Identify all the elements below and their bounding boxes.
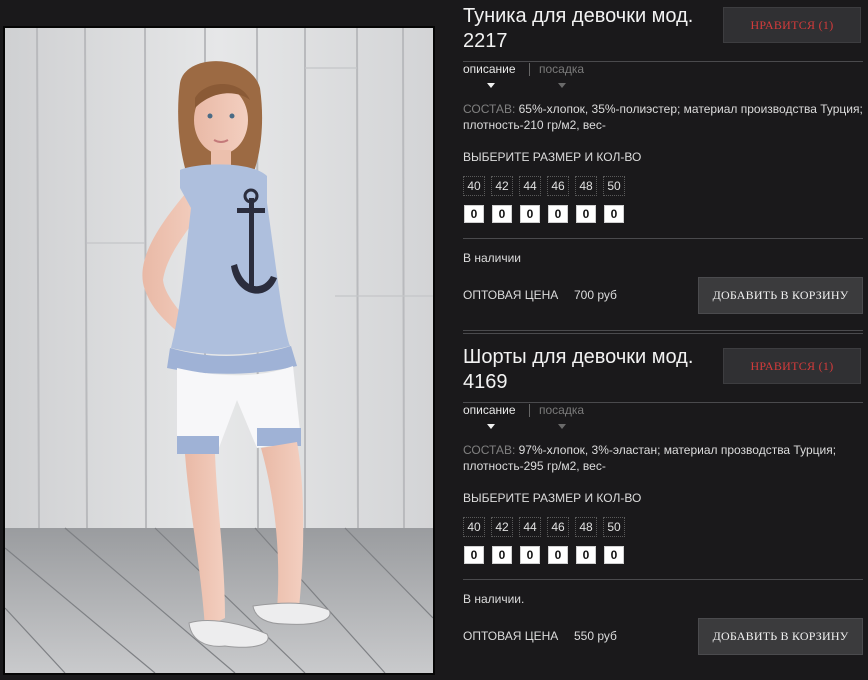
size-label: 42	[491, 176, 513, 196]
tab-arrow-icon	[558, 83, 566, 88]
tab-fit[interactable]: посадка	[539, 62, 584, 76]
size-label: 40	[463, 517, 485, 537]
quantity-input[interactable]: 0	[604, 546, 624, 564]
active-tab-arrow-icon	[487, 83, 495, 88]
composition-value: 65%-хлопок, 35%-полиэстер; материал прои…	[463, 102, 863, 132]
like-button[interactable]: НРАВИТСЯ (1)	[723, 348, 861, 384]
price-value: 700 руб	[574, 288, 617, 302]
divider	[463, 238, 863, 239]
product-photo[interactable]	[5, 28, 433, 673]
divider	[463, 579, 863, 580]
size-label: 46	[547, 517, 569, 537]
composition-text: СОСТАВ: 97%-хлопок, 3%-эластан; материал…	[463, 442, 863, 474]
quantity-input[interactable]: 0	[576, 205, 596, 223]
tab-fit[interactable]: посадка	[539, 403, 584, 417]
stock-status: В наличии.	[463, 592, 525, 606]
composition-label: СОСТАВ:	[463, 102, 516, 116]
tab-separator	[529, 404, 530, 417]
product-title[interactable]: Шорты для девочки мод. 4169	[463, 345, 713, 395]
quantity-input[interactable]: 0	[464, 205, 484, 223]
composition-value: 97%-хлопок, 3%-эластан; материал прозвод…	[463, 443, 837, 473]
product-divider	[463, 330, 863, 334]
tab-separator	[529, 63, 530, 76]
add-to-cart-button[interactable]: ДОБАВИТЬ В КОРЗИНУ	[698, 618, 863, 655]
quantity-input[interactable]: 0	[520, 205, 540, 223]
active-tab-arrow-icon	[487, 424, 495, 429]
like-button[interactable]: НРАВИТСЯ (1)	[723, 7, 861, 43]
size-select-title: ВЫБЕРИТЕ РАЗМЕР И КОЛ-ВО	[463, 491, 642, 505]
quantity-input[interactable]: 0	[464, 546, 484, 564]
size-label: 46	[547, 176, 569, 196]
quantity-input[interactable]: 0	[492, 205, 512, 223]
price-label: ОПТОВАЯ ЦЕНА	[463, 629, 559, 643]
quantity-input[interactable]: 0	[604, 205, 624, 223]
divider	[463, 61, 863, 62]
price-value: 550 руб	[574, 629, 617, 643]
tab-description[interactable]: описание	[463, 62, 516, 76]
product-title[interactable]: Туника для девочки мод. 2217	[463, 4, 713, 54]
price-label: ОПТОВАЯ ЦЕНА	[463, 288, 559, 302]
quantity-input[interactable]: 0	[492, 546, 512, 564]
size-label: 50	[603, 517, 625, 537]
add-to-cart-button[interactable]: ДОБАВИТЬ В КОРЗИНУ	[698, 277, 863, 314]
divider	[463, 402, 863, 403]
tab-description[interactable]: описание	[463, 403, 516, 417]
size-select-title: ВЫБЕРИТЕ РАЗМЕР И КОЛ-ВО	[463, 150, 642, 164]
tab-arrow-icon	[558, 424, 566, 429]
composition-label: СОСТАВ:	[463, 443, 516, 457]
quantity-input[interactable]: 0	[576, 546, 596, 564]
quantity-input[interactable]: 0	[520, 546, 540, 564]
stock-status: В наличии	[463, 251, 522, 265]
size-label: 44	[519, 517, 541, 537]
quantity-input[interactable]: 0	[548, 205, 568, 223]
size-label: 48	[575, 176, 597, 196]
composition-text: СОСТАВ: 65%-хлопок, 35%-полиэстер; матер…	[463, 101, 863, 133]
size-label: 44	[519, 176, 541, 196]
product-photo-frame	[3, 26, 435, 675]
size-label: 40	[463, 176, 485, 196]
quantity-input[interactable]: 0	[548, 546, 568, 564]
size-label: 50	[603, 176, 625, 196]
size-label: 42	[491, 517, 513, 537]
size-label: 48	[575, 517, 597, 537]
